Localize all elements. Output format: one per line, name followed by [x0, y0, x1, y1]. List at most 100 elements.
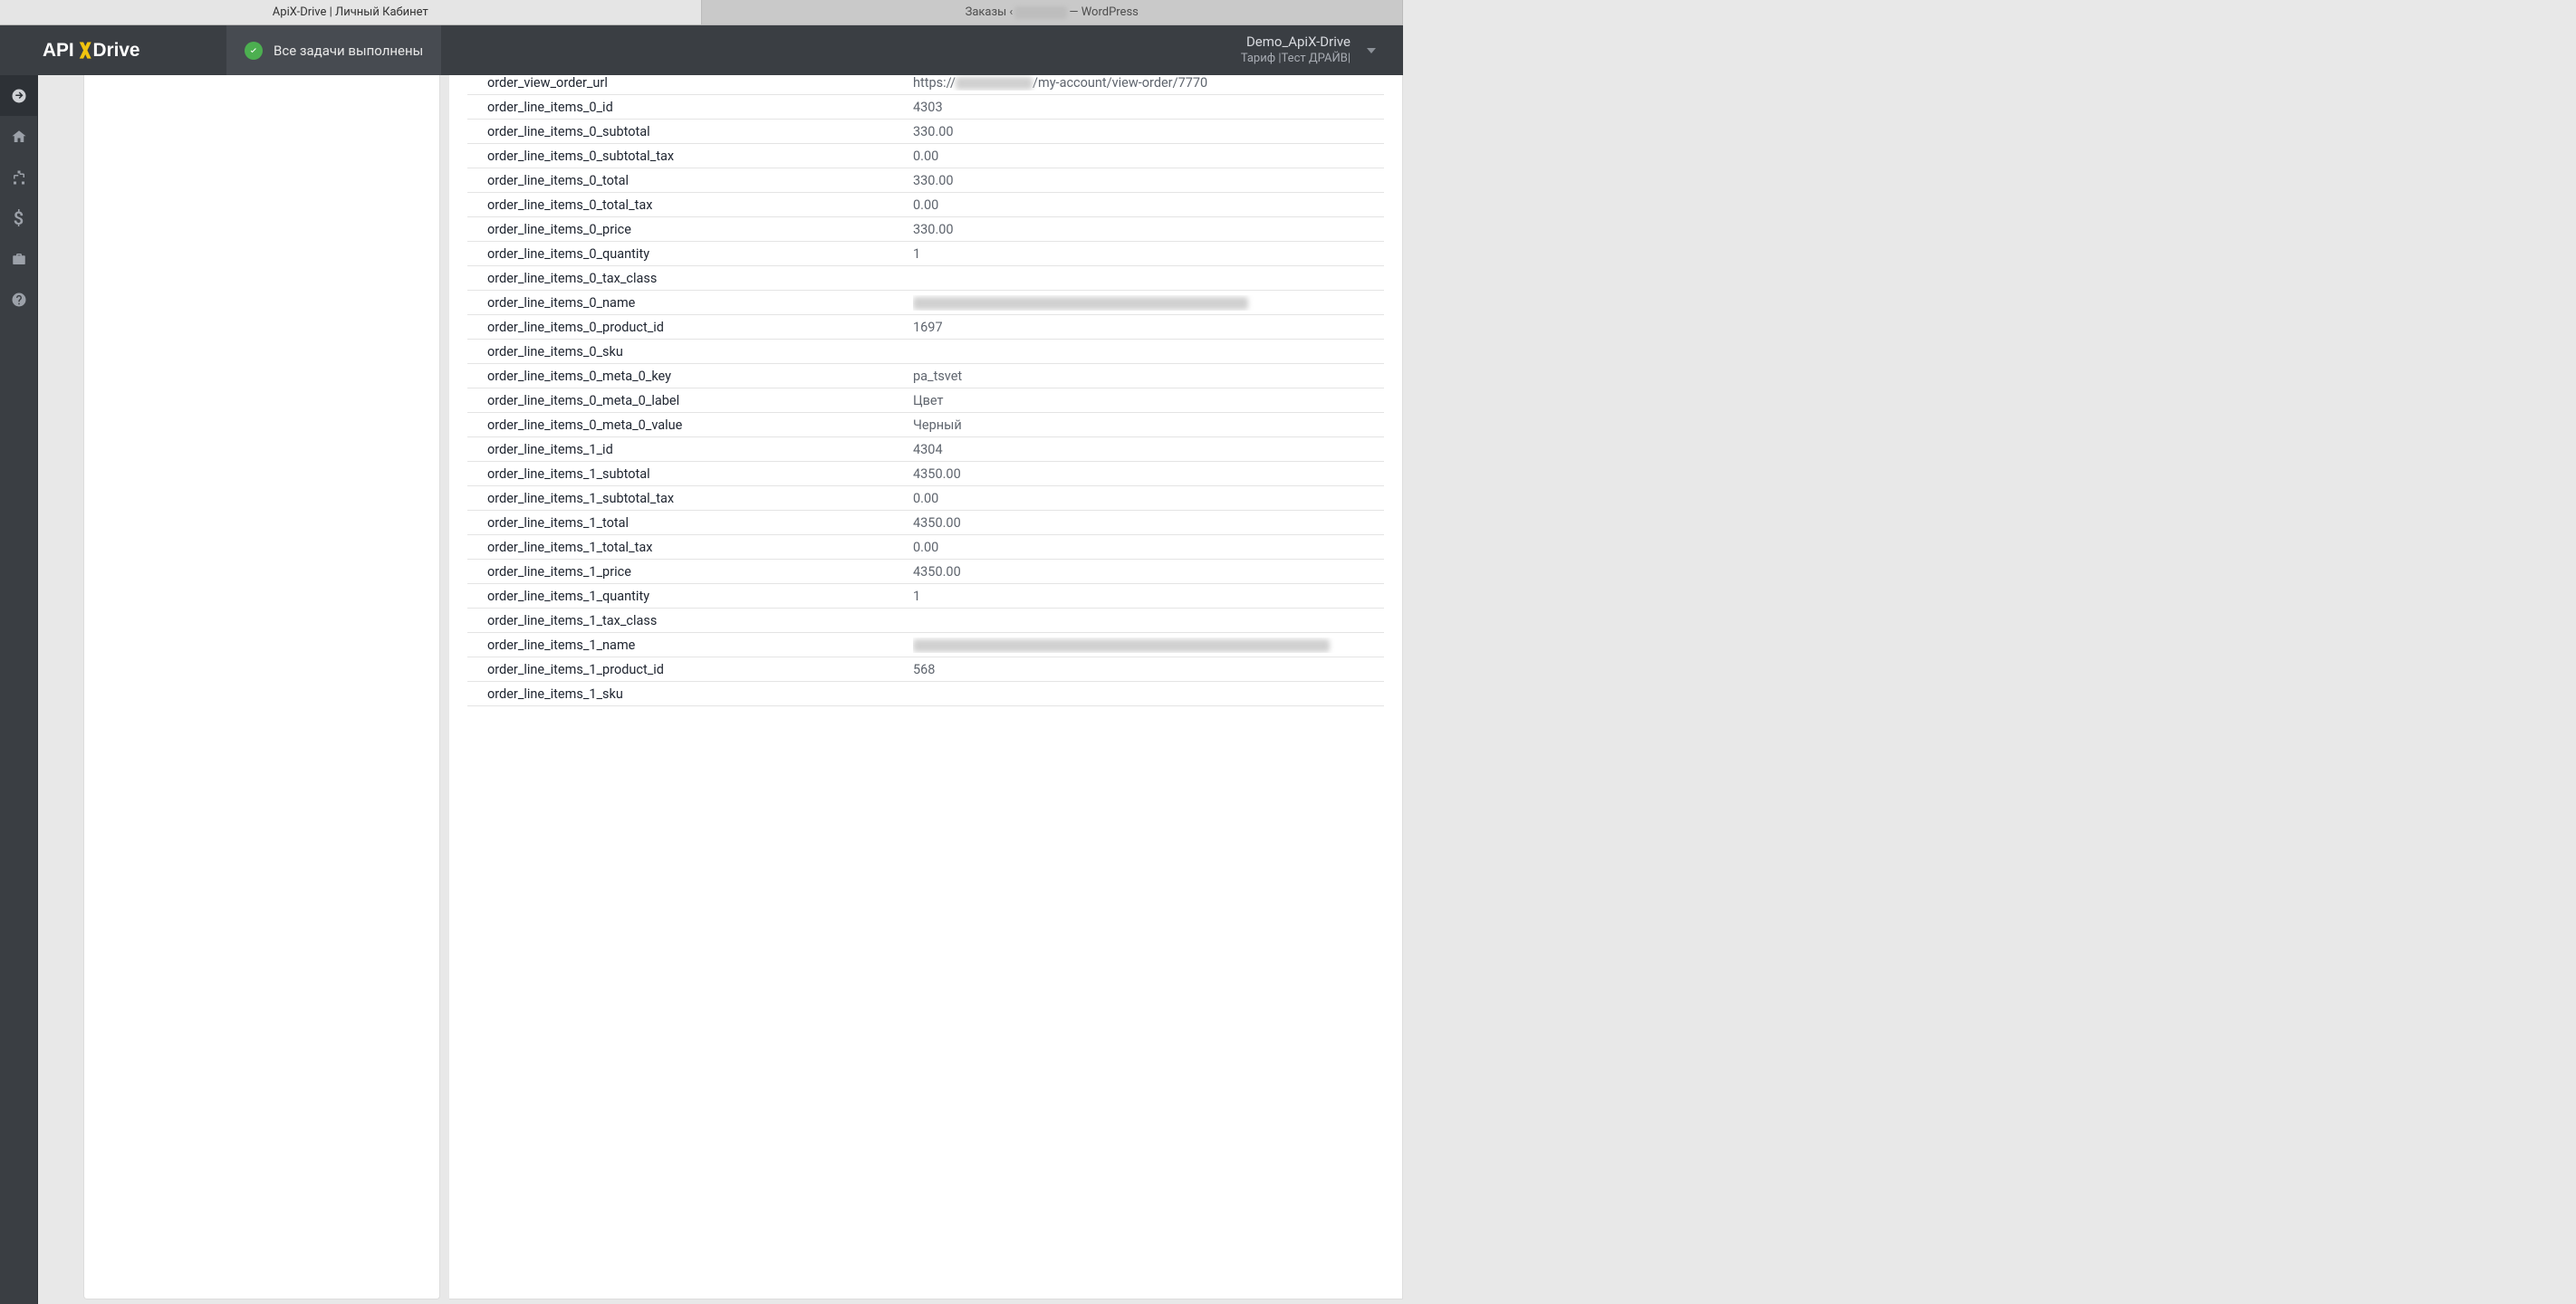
- account-menu[interactable]: Demo_ApiX-Drive Тариф |Тест ДРАЙВ|: [1241, 25, 1403, 75]
- field-row: order_line_items_0_price330.00: [467, 217, 1384, 242]
- tab-redacted: [1014, 6, 1067, 19]
- fields-table: order_view_order_urlhttps:// /my-account/…: [467, 75, 1384, 706]
- field-row: order_line_items_0_product_id1697: [467, 315, 1384, 340]
- field-value: 330.00: [913, 222, 1384, 237]
- chevron-down-icon: [1367, 48, 1376, 53]
- field-key: order_line_items_1_subtotal_tax: [487, 491, 913, 506]
- field-key: order_line_items_0_price: [487, 222, 913, 237]
- side-navigation: $: [0, 75, 38, 1304]
- field-row: order_line_items_0_subtotal_tax0.00: [467, 144, 1384, 168]
- field-key: order_line_items_1_sku: [487, 686, 913, 702]
- field-value: 0.00: [913, 540, 1384, 555]
- left-panel: [83, 75, 440, 1299]
- field-value: Черный: [913, 417, 1384, 433]
- field-row: order_line_items_1_id4304: [467, 437, 1384, 462]
- sitemap-icon: [11, 169, 27, 186]
- field-row: order_line_items_1_total_tax0.00: [467, 535, 1384, 560]
- field-row: order_line_items_0_subtotal330.00: [467, 120, 1384, 144]
- field-key: order_line_items_0_sku: [487, 344, 913, 360]
- home-icon: [11, 129, 27, 145]
- browser-tab-inactive[interactable]: Заказы ‹ — WordPress: [702, 0, 1404, 24]
- tab-label-prefix: Заказы ‹: [966, 5, 1014, 19]
- field-value: 4350.00: [913, 466, 1384, 482]
- checkmark-icon: [245, 42, 263, 60]
- field-key: order_line_items_1_product_id: [487, 662, 913, 677]
- field-value: 1697: [913, 320, 1384, 335]
- nav-item-sitemap[interactable]: [0, 157, 37, 197]
- field-row: order_line_items_1_name: [467, 633, 1384, 657]
- field-key: order_line_items_0_name: [487, 295, 913, 311]
- field-key: order_line_items_0_tax_class: [487, 271, 913, 286]
- field-row: order_line_items_1_subtotal_tax0.00: [467, 486, 1384, 511]
- field-row: order_line_items_0_meta_0_keypa_tsvet: [467, 364, 1384, 388]
- field-value: 1: [913, 246, 1384, 262]
- field-row: order_line_items_0_total_tax0.00: [467, 193, 1384, 217]
- field-value: 4350.00: [913, 515, 1384, 531]
- nav-item-billing[interactable]: $: [0, 197, 37, 238]
- field-row: order_line_items_1_subtotal4350.00: [467, 462, 1384, 486]
- field-value: 4304: [913, 442, 1384, 457]
- field-value-prefix: https://: [913, 75, 956, 91]
- field-key: order_line_items_1_name: [487, 638, 913, 653]
- field-key: order_line_items_1_price: [487, 564, 913, 580]
- field-key: order_line_items_0_id: [487, 100, 913, 115]
- field-value: [913, 638, 1384, 653]
- field-key: order_line_items_0_meta_0_label: [487, 393, 913, 408]
- field-key: order_view_order_url: [487, 75, 913, 91]
- field-row: order_line_items_0_meta_0_valueЧерный: [467, 413, 1384, 437]
- field-value: 1: [913, 589, 1384, 604]
- field-key: order_line_items_1_total: [487, 515, 913, 531]
- redacted-segment: [956, 77, 1033, 90]
- field-value: Цвет: [913, 393, 1384, 408]
- field-row: order_line_items_0_meta_0_labelЦвет: [467, 388, 1384, 413]
- nav-item-briefcase[interactable]: [0, 238, 37, 279]
- field-value-suffix: /my-account/view-order/7770: [1033, 75, 1207, 91]
- svg-text:Drive: Drive: [92, 40, 139, 61]
- field-value: 330.00: [913, 124, 1384, 139]
- nav-item-circle[interactable]: [0, 75, 37, 116]
- nav-item-home[interactable]: [0, 116, 37, 157]
- fields-panel: order_view_order_urlhttps:// /my-account/…: [449, 75, 1403, 1299]
- field-key: order_line_items_0_quantity: [487, 246, 913, 262]
- logo[interactable]: API Drive: [0, 25, 226, 75]
- field-key: order_line_items_0_subtotal_tax: [487, 149, 913, 164]
- briefcase-icon: [11, 251, 27, 267]
- logo-icon: API Drive: [43, 39, 184, 62]
- status-text: Все задачи выполнены: [274, 43, 423, 59]
- field-key: order_line_items_1_total_tax: [487, 540, 913, 555]
- field-value: 0.00: [913, 149, 1384, 164]
- field-key: order_line_items_0_meta_0_key: [487, 369, 913, 384]
- field-row: order_line_items_0_sku: [467, 340, 1384, 364]
- queue-status: Все задачи выполнены: [226, 25, 441, 75]
- field-row: order_line_items_0_tax_class: [467, 266, 1384, 291]
- help-icon: [11, 292, 27, 308]
- field-row: order_line_items_1_product_id568: [467, 657, 1384, 682]
- field-key: order_line_items_0_subtotal: [487, 124, 913, 139]
- browser-tab-active[interactable]: ApiX-Drive | Личный Кабинет: [0, 0, 702, 24]
- field-value: 0.00: [913, 491, 1384, 506]
- tab-label-suffix: — WordPress: [1069, 5, 1139, 19]
- dollar-icon: $: [14, 207, 24, 229]
- field-row: order_line_items_1_quantity1: [467, 584, 1384, 609]
- app-header: API Drive Все задачи выполнены Demo_ApiX…: [0, 25, 1403, 75]
- account-name: Demo_ApiX-Drive: [1241, 34, 1350, 52]
- field-row: order_line_items_0_name: [467, 291, 1384, 315]
- main-area: order_view_order_urlhttps:// /my-account/…: [38, 75, 2576, 1304]
- svg-text:API: API: [43, 40, 74, 61]
- field-key: order_line_items_1_id: [487, 442, 913, 457]
- field-value: 4303: [913, 100, 1384, 115]
- field-value: 4350.00: [913, 564, 1384, 580]
- field-key: order_line_items_1_tax_class: [487, 613, 913, 628]
- field-row: order_line_items_1_tax_class: [467, 609, 1384, 633]
- field-value: pa_tsvet: [913, 369, 1384, 384]
- browser-tabbar: ApiX-Drive | Личный Кабинет Заказы ‹ — W…: [0, 0, 1403, 25]
- field-row: order_line_items_0_quantity1: [467, 242, 1384, 266]
- field-key: order_line_items_0_total_tax: [487, 197, 913, 213]
- field-row: order_view_order_urlhttps:// /my-account/…: [467, 75, 1384, 95]
- account-tariff: Тариф |Тест ДРАЙВ|: [1241, 52, 1350, 67]
- field-row: order_line_items_0_id4303: [467, 95, 1384, 120]
- nav-item-help[interactable]: [0, 279, 37, 320]
- tab-label: ApiX-Drive | Личный Кабинет: [273, 5, 428, 19]
- field-key: order_line_items_1_quantity: [487, 589, 913, 604]
- field-row: order_line_items_1_price4350.00: [467, 560, 1384, 584]
